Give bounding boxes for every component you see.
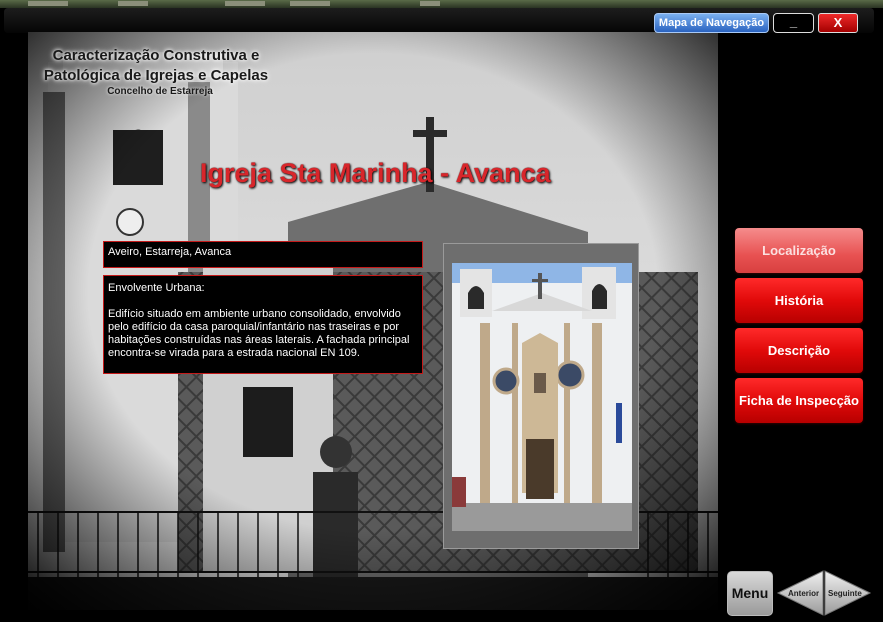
previous-button[interactable]: Anterior [788,589,819,598]
urban-context-heading: Envolvente Urbana: [108,282,205,294]
history-button[interactable]: História [735,278,863,323]
app-window: Caracterização Construtiva e Patológica … [0,0,883,622]
app-title: Caracterização Construtiva e Patológica … [43,47,269,84]
nav-arrows: Anterior Seguinte [776,569,872,617]
urban-context-box: Envolvente Urbana: Edifício situado em a… [103,275,423,374]
church-photo-frame [443,243,639,549]
church-photo [452,263,632,531]
description-button[interactable]: Descrição [735,328,863,373]
app-subtitle: Concelho de Estarreja [107,86,213,97]
taskbar-strip [0,0,883,8]
location-text: Aveiro, Estarreja, Avanca [108,246,232,258]
inspection-sheet-button[interactable]: Ficha de Inspecção [735,378,863,423]
next-button[interactable]: Seguinte [828,589,862,598]
navigation-map-button[interactable]: Mapa de Navegação [654,13,769,33]
minimize-button[interactable]: _ [773,13,814,33]
location-button[interactable]: Localização [735,228,863,273]
close-button[interactable]: X [818,13,858,33]
church-title: Igreja Sta Marinha - Avanca [200,158,551,188]
location-box: Aveiro, Estarreja, Avanca [103,241,423,268]
menu-button[interactable]: Menu [727,571,773,616]
urban-context-text: Edifício situado em ambiente urbano cons… [108,308,410,359]
